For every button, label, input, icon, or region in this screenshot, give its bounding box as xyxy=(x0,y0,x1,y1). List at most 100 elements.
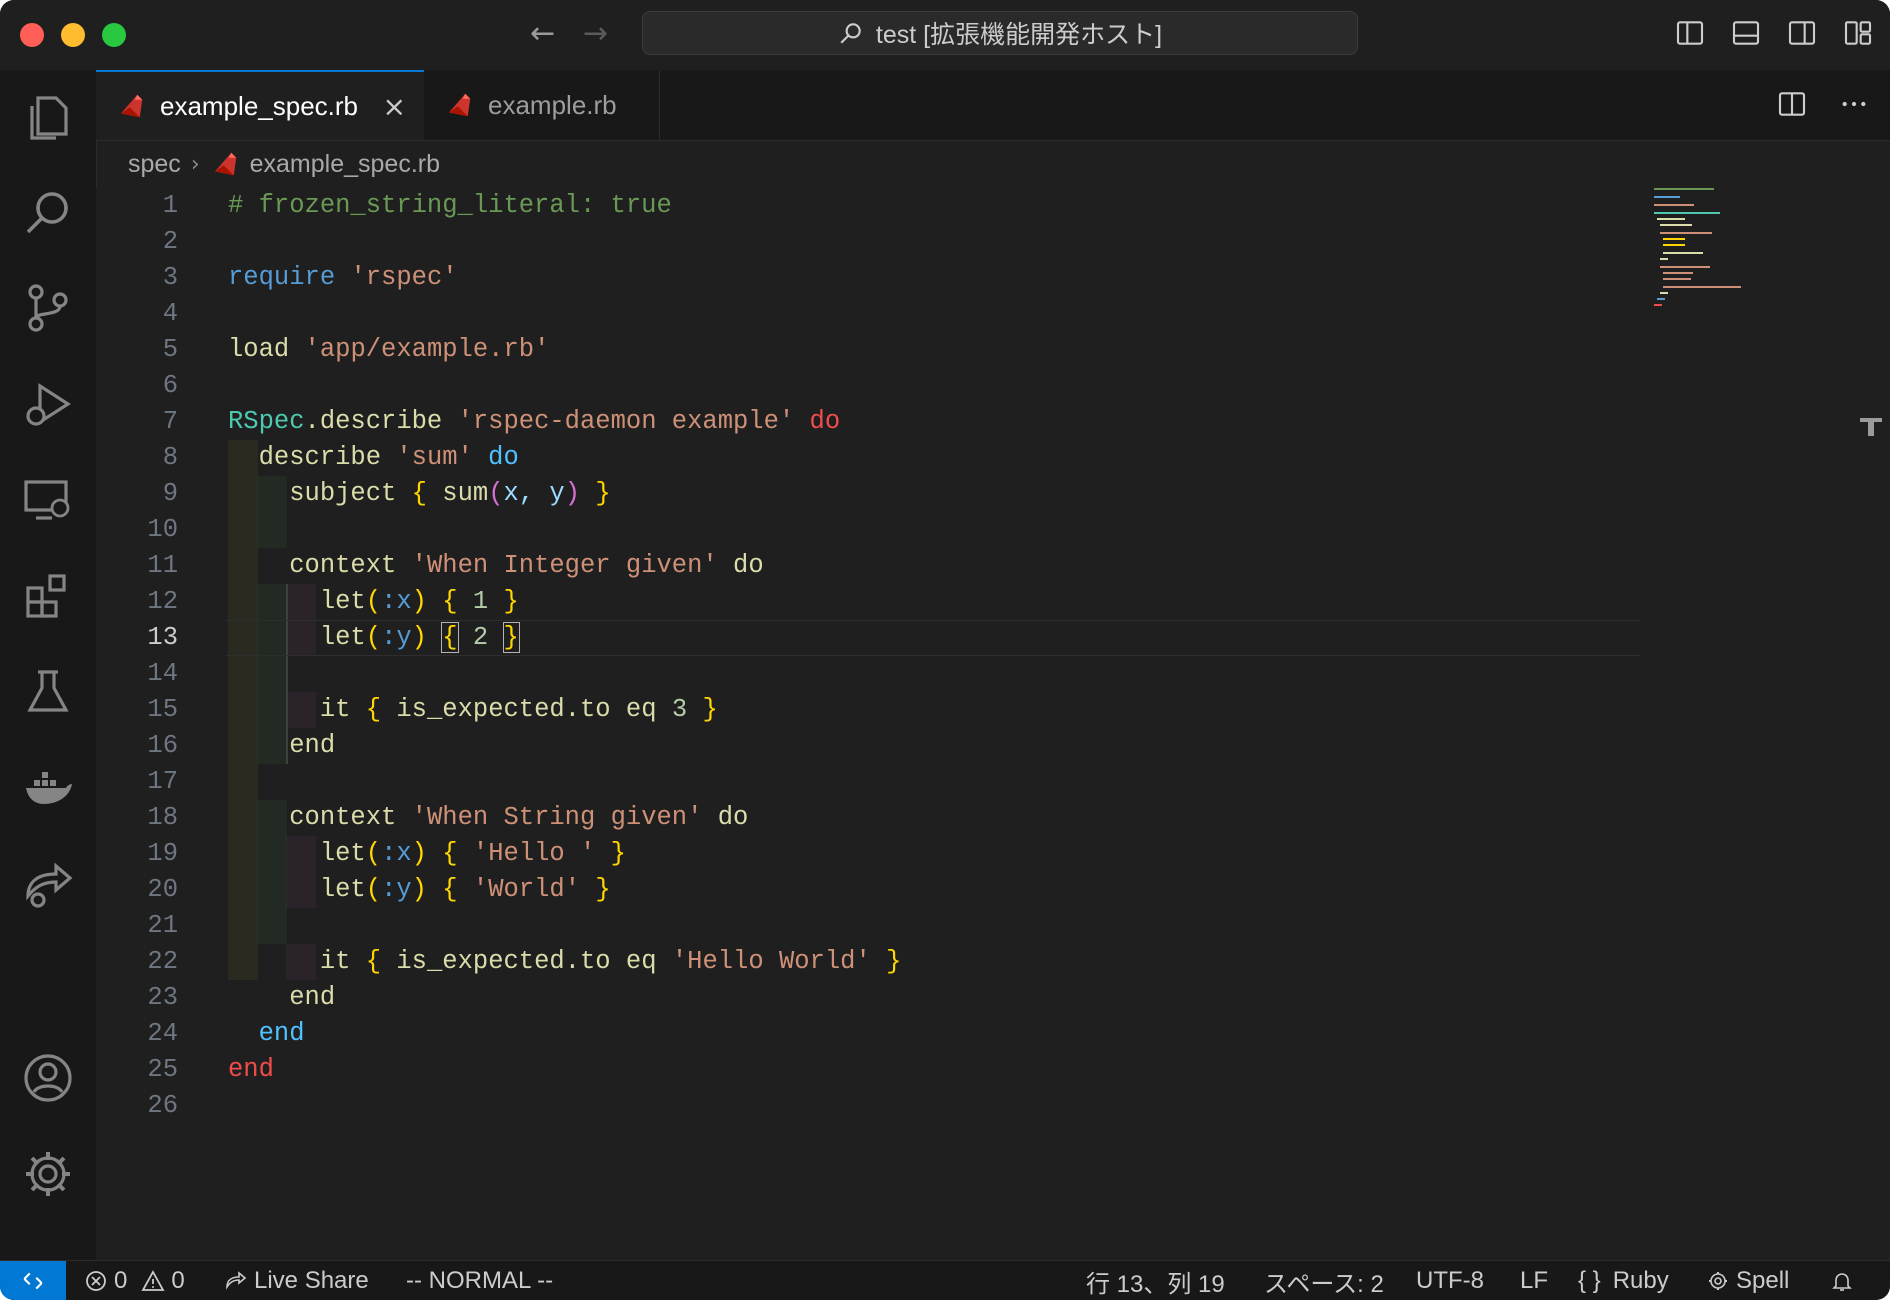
code-line: 23 end xyxy=(147,983,336,1012)
code-line: 25 end xyxy=(147,1055,274,1084)
status-bar: 0 0 Live Share -- NORMAL -- 行 13、列 19 スペ… xyxy=(0,1260,1890,1300)
code-line: 16 end xyxy=(147,731,336,760)
code-line: 11 context 'When Integer given' do xyxy=(147,551,764,580)
live-share-status[interactable]: Live Share xyxy=(224,1261,369,1300)
minimap-line xyxy=(1660,292,1668,294)
spell-status[interactable]: Spell xyxy=(1706,1261,1789,1300)
code-line: 4 xyxy=(162,299,178,328)
code-line-current: 13 let(:y) { 2 } xyxy=(96,620,1646,656)
code-editor[interactable]: 1 # frozen_string_literal: true 2 3 requir… xyxy=(96,188,1890,1260)
error-icon xyxy=(86,1271,106,1291)
tab-example-spec[interactable]: example_spec.rb × xyxy=(96,70,424,140)
forward-arrow-icon[interactable]: → xyxy=(583,16,608,51)
split-editor-icon[interactable] xyxy=(1776,88,1808,120)
source-control-icon[interactable] xyxy=(20,280,76,336)
eol-status[interactable]: LF xyxy=(1520,1261,1548,1300)
docker-icon[interactable] xyxy=(20,760,76,816)
minimap-line xyxy=(1660,224,1692,226)
editor-tab-bar: example_spec.rb × example.rb xyxy=(96,70,1890,141)
vscode-window: ← → test [拡張機能開発ホスト] example_spec.rb × e… xyxy=(0,0,1890,1300)
account-icon[interactable] xyxy=(20,1050,76,1106)
minimap-line xyxy=(1654,204,1694,206)
command-center-search[interactable]: test [拡張機能開発ホスト] xyxy=(642,11,1358,55)
code-line: 9 subject { sum(x, y) } xyxy=(162,479,611,508)
toggle-secondary-sidebar-icon[interactable] xyxy=(1786,17,1818,49)
error-count: 0 xyxy=(114,1267,128,1294)
code-line: 6 xyxy=(162,371,178,400)
minimap-line xyxy=(1663,238,1685,240)
breadcrumb: spec › example_spec.rb xyxy=(128,142,440,186)
minimap-line xyxy=(1654,304,1662,306)
indentation-status[interactable]: スペース: 2 xyxy=(1264,1261,1384,1300)
remote-indicator[interactable] xyxy=(0,1261,66,1300)
encoding-label: UTF-8 xyxy=(1416,1267,1484,1294)
customize-layout-icon[interactable] xyxy=(1842,17,1874,49)
warning-count: 0 xyxy=(171,1267,185,1294)
tab-label: example.rb xyxy=(488,89,617,120)
minimap-line xyxy=(1654,212,1720,214)
minimap-line xyxy=(1660,266,1710,268)
remote-icon xyxy=(23,1272,43,1290)
code-line: 2 xyxy=(162,227,178,256)
breadcrumb-file[interactable]: example_spec.rb xyxy=(250,150,440,179)
code-line: 12 let(:x) { 1 } xyxy=(147,587,519,616)
encoding-status[interactable]: UTF-8 xyxy=(1416,1261,1484,1300)
zoom-window-button[interactable] xyxy=(102,23,126,47)
code-line: 24 end xyxy=(147,1019,305,1048)
minimap-line xyxy=(1657,218,1685,220)
code-line: 7 RSpec.describe 'rspec-daemon example' d… xyxy=(162,407,841,436)
vim-mode-status: -- NORMAL -- xyxy=(406,1261,553,1300)
title-bar: ← → test [拡張機能開発ホスト] xyxy=(0,0,1890,71)
layout-controls xyxy=(1674,17,1874,49)
code-line: 3 require 'rspec' xyxy=(162,263,458,292)
extensions-icon[interactable] xyxy=(20,568,76,624)
code-line: 21 xyxy=(147,911,178,940)
language-mode-status[interactable]: { } Ruby xyxy=(1578,1261,1669,1300)
testing-icon[interactable] xyxy=(20,664,76,720)
ruby-file-icon xyxy=(214,152,236,176)
run-debug-icon[interactable] xyxy=(20,376,76,432)
minimap-line xyxy=(1660,232,1712,234)
minimize-window-button[interactable] xyxy=(61,23,85,47)
code-line: 1 # frozen_string_literal: true xyxy=(162,191,672,220)
settings-gear-icon[interactable] xyxy=(20,1146,76,1202)
close-tab-icon[interactable]: × xyxy=(383,90,406,123)
problems-indicator[interactable]: 0 0 xyxy=(84,1261,185,1300)
code-line: 19 let(:x) { 'Hello ' } xyxy=(147,839,626,868)
cursor-position-status[interactable]: 行 13、列 19 xyxy=(1086,1261,1225,1300)
remote-explorer-icon[interactable] xyxy=(20,472,76,528)
notifications-status[interactable] xyxy=(1830,1261,1854,1300)
toggle-primary-sidebar-icon[interactable] xyxy=(1674,17,1706,49)
code-line: 15 it { is_expected.to eq 3 } xyxy=(147,695,718,724)
code-line: 14 xyxy=(147,659,178,688)
editor-actions xyxy=(1776,88,1870,120)
bell-icon xyxy=(1832,1273,1852,1291)
live-share-icon xyxy=(226,1271,247,1290)
tab-example[interactable]: example.rb xyxy=(424,70,660,140)
code-line: 17 xyxy=(147,767,178,796)
live-share-label: Live Share xyxy=(254,1267,369,1294)
breadcrumb-folder[interactable]: spec xyxy=(128,150,181,179)
toggle-panel-icon[interactable] xyxy=(1730,17,1762,49)
minimap-line xyxy=(1663,278,1691,280)
more-actions-icon[interactable] xyxy=(1838,88,1870,120)
back-arrow-icon[interactable]: ← xyxy=(530,16,555,51)
minimap-line xyxy=(1663,272,1693,274)
eol-label: LF xyxy=(1520,1267,1549,1294)
code-line: 5 load 'app/example.rb' xyxy=(162,335,550,364)
vim-mode-label: -- NORMAL -- xyxy=(406,1267,554,1294)
chevron-right-icon: › xyxy=(190,151,200,177)
explorer-icon[interactable] xyxy=(20,88,76,144)
minimap-line xyxy=(1663,252,1703,254)
code-line: 22 it { is_expected.to eq 'Hello World' … xyxy=(147,947,902,976)
live-share-icon[interactable] xyxy=(20,856,76,912)
minimap[interactable] xyxy=(1654,188,1754,308)
minimap-line xyxy=(1657,298,1665,300)
search-icon[interactable] xyxy=(20,184,76,240)
minimap-line xyxy=(1654,188,1714,190)
warning-icon xyxy=(141,1270,165,1291)
code-line: 18 context 'When String given' do xyxy=(147,803,749,832)
close-window-button[interactable] xyxy=(20,23,44,47)
search-icon xyxy=(840,23,861,44)
code-line: 10 xyxy=(147,515,178,544)
